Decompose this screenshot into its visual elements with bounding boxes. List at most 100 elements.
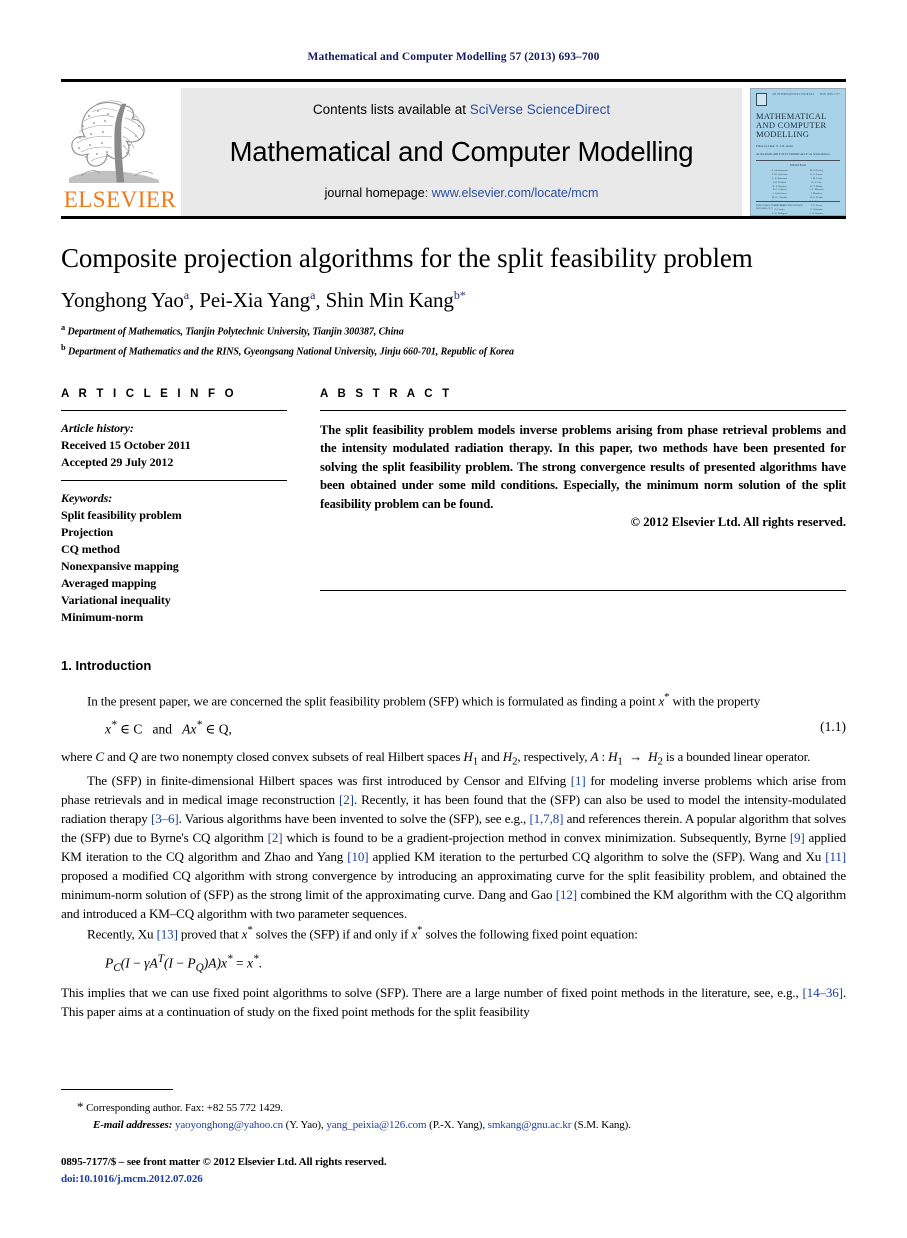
keyword-item: Minimum-norm (61, 609, 144, 624)
paragraph-1: In the present paper, we are concerned t… (87, 691, 761, 709)
journal-masthead: ELSEVIER Contents lists available at Sci… (61, 79, 846, 219)
keyword-item: Averaged mapping (61, 575, 157, 590)
keyword-item: Projection (61, 524, 114, 539)
footnote-block: * Corresponding author. Fax: +82 55 772 … (61, 1088, 846, 1187)
email-link[interactable]: yaoyonghong@yahoo.cn (175, 1119, 283, 1131)
article-history-label: Article history: (61, 420, 134, 435)
article-history-accepted: Accepted 29 July 2012 (61, 454, 174, 469)
paragraph-2: where C and Q are two nonempty closed co… (61, 748, 811, 768)
cover-footer-issn: ISSN 0895-7177 (756, 207, 773, 210)
contents-prefix-text: Contents lists available at (312, 102, 470, 117)
citation-ref[interactable]: [9] (790, 830, 805, 845)
footnote-rule (61, 1088, 173, 1090)
cover-issn-line: ISSN 0895-7177 (819, 93, 840, 96)
article-page: Mathematical and Computer Modelling 57 (… (0, 0, 907, 1238)
paragraph-1-lead: In the present paper, we are concerned t… (87, 693, 659, 709)
cover-elsevier-mark-icon (756, 93, 767, 106)
author-affil-mark: a (310, 288, 316, 302)
citation-ref[interactable]: [1] (571, 773, 586, 788)
equation-1-1-in1: ∈ C (116, 721, 143, 737)
abstract-column: A B S T R A C T The split feasibility pr… (320, 388, 846, 626)
introduction-section: 1. Introduction In the present paper, we… (61, 658, 846, 1021)
masthead-bottom-rule (61, 216, 846, 219)
article-info-column: A R T I C L E I N F O Article history: R… (61, 388, 287, 626)
keyword-item: CQ method (61, 541, 120, 556)
running-head: Mathematical and Computer Modelling 57 (… (307, 51, 600, 63)
journal-homepage-link[interactable]: www.elsevier.com/locate/mcm (432, 186, 599, 200)
email-link[interactable]: smkang@gnu.ac.kr (488, 1119, 572, 1131)
article-keywords-rule (61, 479, 287, 481)
imprint-doi-line: doi:10.1016/j.mcm.2012.07.026 (61, 1171, 846, 1188)
journal-title: Mathematical and Computer Modelling (229, 135, 694, 167)
paragraph-5: This implies that we can use fixed point… (61, 985, 846, 1020)
author-list: Yonghong Yaoa, Pei-Xia Yanga, Shin Min K… (61, 288, 466, 312)
elsevier-logo: ELSEVIER (61, 88, 179, 216)
citation-ref[interactable]: [11] (825, 849, 846, 864)
keywords-block: Keywords: Split feasibility problem Proj… (61, 490, 287, 626)
cover-title: MATHEMATICAL AND COMPUTER MODELLING (756, 111, 827, 140)
author-name: Yonghong Yao (61, 288, 184, 312)
cover-footer-divider (756, 201, 840, 202)
keyword-item: Variational inequality (61, 592, 171, 607)
affiliation-text: Department of Mathematics, Tianjin Polyt… (67, 326, 404, 338)
citation-ref[interactable]: [2] (339, 792, 354, 807)
email-owner: (P.-X. Yang) (429, 1118, 483, 1131)
cover-divider (756, 160, 840, 162)
author-affil-mark: b* (453, 288, 466, 302)
author-name: Pei-Xia Yang (199, 288, 311, 312)
imprint-front-matter: 0895-7177/$ – see front matter © 2012 El… (61, 1156, 387, 1168)
citation-ref[interactable]: [3–6] (151, 811, 179, 826)
email-link[interactable]: yang_peixia@126.com (326, 1119, 426, 1131)
equation-1-1-number: (1.1) (820, 719, 846, 735)
abstract-bottom-rule (320, 590, 846, 592)
author-affil-mark: a (183, 288, 189, 302)
equation-1-1-and: and (152, 721, 173, 737)
abstract-text: The split feasibility problem models inv… (320, 422, 846, 511)
corresponding-author-text: Corresponding author. Fax: +82 55 772 14… (86, 1101, 283, 1114)
cover-editor-line: Editor-in-Chief: X. J. R. Avula (756, 143, 793, 148)
email-owner: (S.M. Kang) (574, 1118, 629, 1131)
article-history-received: Received 15 October 2011 (61, 437, 191, 452)
journal-cover-thumbnail[interactable]: AN INTERNATIONAL JOURNAL ISSN 0895-7177 … (750, 88, 846, 216)
info-abstract-row: A R T I C L E I N F O Article history: R… (61, 388, 846, 626)
corresponding-author-note: * Corresponding author. Fax: +82 55 772 … (61, 1097, 846, 1117)
journal-homepage-line: journal homepage: www.elsevier.com/locat… (325, 186, 599, 200)
equation-1-1-in2: ∈ Q, (202, 721, 232, 737)
corresponding-author-star: * (459, 288, 466, 302)
article-info-heading: A R T I C L E I N F O (61, 387, 237, 400)
affiliation-text: Department of Mathematics and the RINS, … (67, 346, 514, 358)
citation-ref[interactable]: [1,7,8] (529, 811, 563, 826)
page-title: Composite projection algorithms for the … (61, 243, 753, 273)
affiliation-a: a Department of Mathematics, Tianjin Pol… (61, 322, 846, 340)
email-owner: (Y. Yao) (285, 1118, 321, 1131)
article-history-block: Article history: Received 15 October 201… (61, 411, 287, 471)
cover-board-heading: Editorial Board (789, 164, 807, 168)
citation-ref[interactable]: [13] (157, 927, 178, 942)
equation-1-1-rhs: Ax (182, 721, 197, 737)
elsevier-wordmark: ELSEVIER (63, 187, 177, 212)
sciencedirect-link[interactable]: SciVerse ScienceDirect (470, 102, 610, 117)
citation-ref[interactable]: [2] (268, 830, 283, 845)
author-name: Shin Min Kang (325, 288, 454, 312)
doi-label: doi: (61, 1172, 79, 1185)
citation-ref[interactable]: [12] (556, 887, 577, 902)
citation-ref[interactable]: [14–36] (802, 985, 843, 1000)
equation-1-1: x* ∈ C and Ax* ∈ Q, (1.1) (61, 710, 846, 747)
keyword-item: Split feasibility problem (61, 507, 182, 522)
elsevier-tree-icon (69, 100, 159, 183)
doi-link[interactable]: 10.1016/j.mcm.2012.07.026 (79, 1173, 203, 1185)
keywords-label: Keywords: (61, 490, 113, 505)
email-addresses-line: E-mail addresses: yaoyonghong@yahoo.cn (… (93, 1118, 631, 1131)
citation-ref[interactable]: [10] (347, 849, 368, 864)
imprint-block: 0895-7177/$ – see front matter © 2012 El… (61, 1154, 846, 1187)
contents-band: Contents lists available at SciVerse Sci… (181, 88, 742, 216)
keyword-item: Nonexpansive mapping (61, 558, 179, 573)
equation-fixed-point: PC(I − γAT(I − PQ)A)x* = x*. (105, 952, 262, 975)
email-addresses-label: E-mail addresses: (93, 1118, 173, 1131)
cover-masthead-small: AN INTERNATIONAL JOURNAL (772, 93, 815, 96)
section-heading-introduction: 1. Introduction (61, 658, 152, 673)
affiliation-mark: b (61, 342, 66, 352)
cover-electronic-line: ALSO AVAILABLE ELECTRONICALLY via Scienc… (756, 152, 830, 157)
title-block: Composite projection algorithms for the … (61, 217, 846, 360)
paragraph-1-tail: with the property (669, 693, 761, 709)
